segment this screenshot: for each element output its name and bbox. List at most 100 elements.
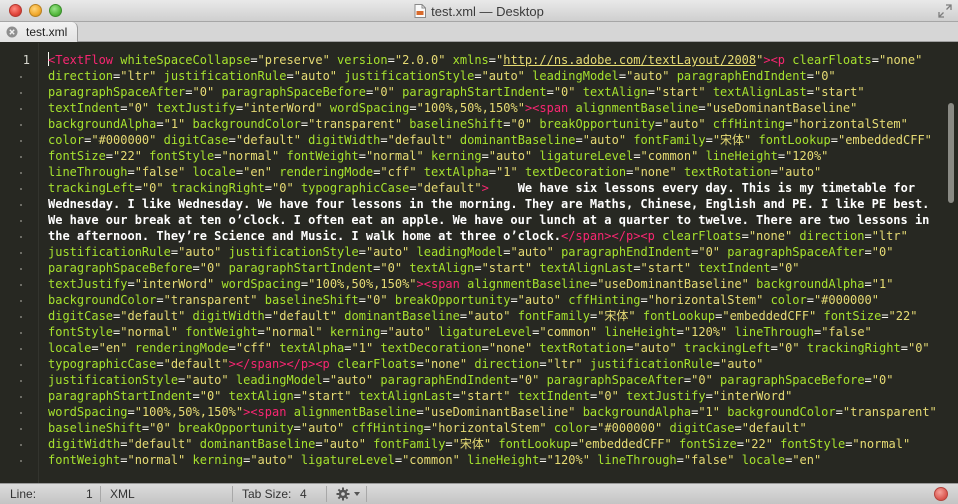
wrap-indicator	[20, 316, 22, 318]
code-token: paragraphStartIndent	[48, 389, 193, 403]
status-tab-size-value[interactable]: 4	[300, 487, 307, 501]
code-token: "normal"	[120, 325, 179, 339]
code-token: trackingRight	[806, 341, 901, 355]
code-line[interactable]: <TextFlow whiteSpaceCollapse="preserve" …	[48, 52, 940, 68]
code-token: trackingRight	[170, 181, 265, 195]
code-token: "100%,50%,150%"	[416, 101, 525, 115]
code-token: "none"	[633, 165, 677, 179]
code-token: =	[409, 181, 417, 195]
wrap-indicator	[20, 444, 22, 446]
wrap-indicator	[20, 236, 22, 238]
code-line[interactable]: wordSpacing="100%,50%,150%"><span alignm…	[48, 404, 940, 420]
code-token: =	[105, 149, 114, 163]
code-line[interactable]: fontWeight = "normal" kerning = "auto" ligat…	[48, 452, 940, 468]
code-token: digitCase	[163, 133, 229, 147]
code-token: breakOpportunity	[394, 293, 511, 307]
code-token: dominantBaseline	[199, 437, 316, 451]
code-token: paragraphSpaceAfter	[546, 373, 684, 387]
code-token: =	[539, 357, 547, 371]
code-token: cffHinting	[351, 421, 424, 435]
code-token: "default"	[741, 421, 807, 435]
code-token: "100%,50%,150%"	[308, 277, 417, 291]
syntax-selector[interactable]: XML	[110, 487, 135, 501]
code-line[interactable]: typographicCase="default"></span></p><p …	[48, 356, 940, 372]
code-line[interactable]: the afternoon. They’re Science and Music…	[48, 228, 940, 244]
code-token: leadingModel	[532, 69, 619, 83]
code-token: =	[192, 261, 200, 275]
code-token: leadingModel	[416, 245, 504, 259]
code-line[interactable]: fontSize="22" fontStyle="normal" fontWei…	[48, 148, 940, 164]
fullscreen-icon[interactable]	[938, 4, 952, 18]
code-token: textAlign	[582, 85, 648, 99]
tab-test-xml[interactable]: test.xml	[0, 22, 78, 42]
code-token: =	[676, 325, 684, 339]
code-token: leadingModel	[235, 373, 323, 387]
code-token: direction	[799, 229, 865, 243]
code-line[interactable]: backgroundAlpha="1" backgroundColor="tra…	[48, 116, 940, 132]
code-editor[interactable]: 1 <TextFlow whiteSpaceCollapse="preserve…	[0, 43, 958, 483]
code-token: backgroundAlpha	[582, 405, 692, 419]
status-tab-size-label[interactable]: Tab Size:	[242, 487, 291, 501]
code-token: fontSize	[823, 309, 882, 323]
code-line[interactable]: digitCase="default" digitWidth="default"…	[48, 308, 940, 324]
code-line[interactable]: paragraphSpaceAfter="0" paragraphSpaceBe…	[48, 84, 940, 100]
record-icon[interactable]	[934, 487, 948, 501]
code-line[interactable]: digitWidth="default" dominantBaseline="a…	[48, 436, 940, 452]
code-token: =	[510, 373, 518, 387]
code-token: alignmentBaseline	[575, 101, 699, 115]
window-titlebar[interactable]: test.xml — Desktop	[0, 0, 958, 22]
code-line[interactable]: direction="ltr" justificationRule="auto"…	[48, 68, 940, 84]
code-token: baselineShift	[264, 293, 359, 307]
code-token: "ltr"	[120, 69, 157, 83]
code-line[interactable]: Wednesday. I like Wednesday. We have fou…	[48, 196, 940, 212]
code-token: "0"	[777, 341, 800, 355]
code-line[interactable]: textJustify="interWord" wordSpacing="100…	[48, 276, 940, 292]
code-line[interactable]: locale="en" renderingMode="cff" textAlph…	[48, 340, 940, 356]
code-token: =	[344, 341, 352, 355]
code-token: backgroundAlpha	[756, 277, 865, 291]
code-token: digitWidth	[192, 309, 265, 323]
code-token: "auto"	[517, 293, 562, 307]
code-token: "auto"	[293, 69, 338, 83]
code-token: "default"	[120, 309, 186, 323]
code-token: "120%"	[785, 149, 829, 163]
tab-close-icon[interactable]	[6, 26, 18, 38]
code-line[interactable]: textIndent = "0" textJustify = "interWord" w…	[48, 100, 940, 116]
code-token: "start"	[481, 261, 533, 275]
code-line[interactable]: backgroundColor="transparent" baselineSh…	[48, 292, 940, 308]
code-token: =	[705, 389, 713, 403]
code-line[interactable]: justificationStyle="auto" leadingModel="…	[48, 372, 940, 388]
code-line[interactable]: justificationRule="auto" justificationSt…	[48, 244, 940, 260]
chevron-down-icon[interactable]	[354, 492, 360, 496]
code-line[interactable]: baselineShift="0" breakOpportunity="auto…	[48, 420, 940, 436]
code-line[interactable]: lineThrough="false" locale="en" renderin…	[48, 164, 940, 180]
code-token: backgroundColor	[192, 117, 301, 131]
gear-icon[interactable]	[336, 487, 350, 501]
code-token: "auto"	[662, 117, 706, 131]
code-token: clearFloats	[662, 229, 742, 243]
code-line[interactable]: We have our break at ten o’clock. I ofte…	[48, 212, 940, 228]
code-token: fontLookup	[642, 309, 716, 323]
code-token: "embeddedCFF"	[722, 309, 817, 323]
gutter-divider	[38, 43, 39, 483]
code-line[interactable]: fontStyle="normal" fontWeight="normal" k…	[48, 324, 940, 340]
code-token: justificationStyle	[48, 373, 179, 387]
code-token: "0"	[149, 421, 171, 435]
code-text[interactable]: <TextFlow whiteSpaceCollapse="preserve" …	[48, 52, 940, 468]
code-line[interactable]: trackingLeft="0" trackingRight="0" typog…	[48, 180, 940, 196]
vertical-scrollbar[interactable]	[948, 103, 954, 203]
code-token: dominantBaseline	[344, 309, 460, 323]
code-token: fontWeight	[286, 149, 359, 163]
code-line[interactable]: paragraphStartIndent="0" textAlign="star…	[48, 388, 940, 404]
code-token: color	[553, 421, 590, 435]
code-token: "normal"	[365, 149, 424, 163]
code-token: "0"	[871, 245, 894, 259]
code-line[interactable]: color="#000000" digitCase="default" digi…	[48, 132, 940, 148]
code-token: =	[770, 341, 778, 355]
code-line[interactable]: paragraphSpaceBefore="0" paragraphStartI…	[48, 260, 940, 276]
wrap-indicator	[20, 332, 22, 334]
